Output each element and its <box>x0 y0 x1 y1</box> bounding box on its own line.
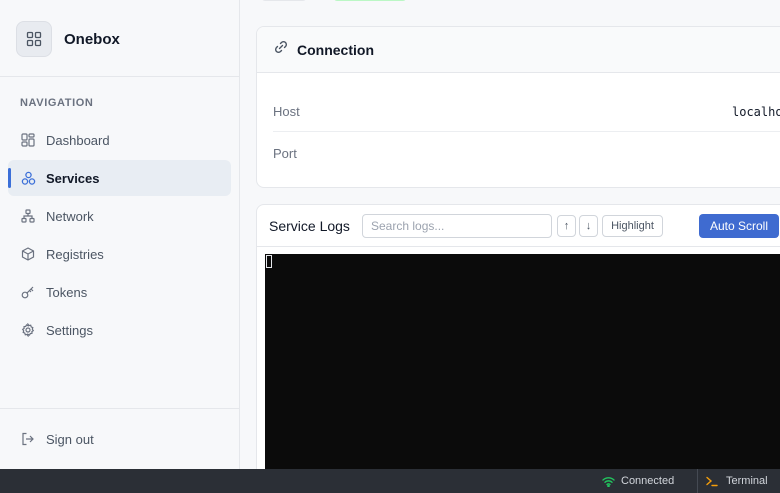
host-value: localhost <box>732 104 780 119</box>
status-badge <box>334 0 406 1</box>
service-logs-card: Service Logs ↑ ↓ Highlight Auto Scroll <box>256 204 780 469</box>
nav-heading: NAVIGATION <box>20 97 94 109</box>
card-title: Connection <box>297 41 374 58</box>
sidebar-item-network[interactable]: Network <box>8 198 231 234</box>
logs-toolbar: Service Logs ↑ ↓ Highlight Auto Scroll <box>257 205 780 247</box>
terminal-button[interactable]: Terminal <box>697 469 780 493</box>
sidebar-item-services[interactable]: Services <box>8 160 231 196</box>
search-next-button[interactable]: ↓ <box>579 215 598 237</box>
link-icon <box>273 39 289 60</box>
status-bar: Connected Terminal <box>0 469 780 493</box>
sidebar-item-registries[interactable]: Registries <box>8 236 231 272</box>
services-icon <box>20 170 36 186</box>
sidebar-item-tokens[interactable]: Tokens <box>8 274 231 310</box>
sidebar-item-label: Dashboard <box>46 132 110 148</box>
main-content: Connection Host localhost Port Service L… <box>240 0 780 469</box>
terminal-label: Terminal <box>726 475 768 487</box>
app-name: Onebox <box>64 31 120 48</box>
sidebar-item-label: Registries <box>46 246 104 262</box>
gear-icon <box>20 322 36 338</box>
sidebar-item-dashboard[interactable]: Dashboard <box>8 122 231 158</box>
signout-label: Sign out <box>46 431 94 447</box>
sidebar: Onebox NAVIGATION Dashboard Services Net… <box>0 0 240 469</box>
key-icon <box>20 284 36 300</box>
host-label: Host <box>273 104 300 119</box>
signout-icon <box>20 431 36 447</box>
box-icon <box>20 246 36 262</box>
top-control[interactable] <box>262 0 306 1</box>
connection-header: Connection <box>257 27 780 73</box>
sidebar-item-label: Network <box>46 208 94 224</box>
signout-button[interactable]: Sign out <box>8 421 231 457</box>
sidebar-item-label: Settings <box>46 322 93 338</box>
grid-icon[interactable] <box>16 21 52 57</box>
host-row: Host localhost <box>273 92 780 132</box>
sidebar-item-settings[interactable]: Settings <box>8 312 231 348</box>
brand-header: Onebox <box>0 0 239 77</box>
terminal-cursor <box>266 255 272 268</box>
connection-status-label: Connected <box>621 475 675 487</box>
sidebar-footer: Sign out <box>0 408 239 469</box>
highlight-button[interactable]: Highlight <box>602 215 663 237</box>
search-logs-input[interactable] <box>362 214 552 238</box>
sidebar-item-label: Tokens <box>46 284 88 300</box>
dashboard-icon <box>20 132 36 148</box>
network-icon <box>20 208 36 224</box>
search-prev-button[interactable]: ↑ <box>557 215 576 237</box>
terminal-icon <box>706 476 718 487</box>
sidebar-item-label: Services <box>46 170 100 186</box>
auto-scroll-button[interactable]: Auto Scroll <box>699 214 779 238</box>
logs-title: Service Logs <box>269 218 350 234</box>
log-terminal[interactable] <box>265 254 780 469</box>
connection-status: Connected <box>602 469 674 493</box>
connection-card: Connection Host localhost Port <box>256 26 780 188</box>
port-row: Port <box>273 133 780 173</box>
port-label: Port <box>273 145 297 161</box>
wifi-icon <box>602 476 615 487</box>
